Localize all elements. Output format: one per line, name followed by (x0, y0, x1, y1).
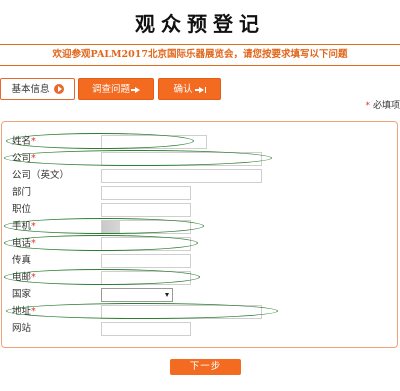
fax-label: 传真 (12, 255, 32, 266)
chevron-down-icon (165, 293, 169, 297)
position-input[interactable] (101, 203, 191, 217)
form-row-company-en: 公司（英文） (2, 169, 400, 183)
mobile-label: 手机* (12, 221, 36, 232)
basic-info-form: 姓名* 公司* 公司（英文） 部门 职位 手机* 电话* 传真 电邮* 国家 地… (1, 121, 398, 348)
form-row-company: 公司* (2, 152, 400, 166)
position-label: 职位 (12, 204, 32, 215)
form-row-fax: 传真 (2, 254, 400, 268)
phone-input[interactable] (101, 237, 191, 251)
company-label: 公司* (12, 153, 36, 164)
company-input[interactable] (101, 152, 262, 166)
mobile-input[interactable] (101, 220, 191, 234)
arrow-end-bar (204, 86, 206, 93)
required-note: * 必填项 (365, 98, 400, 111)
form-row-email: 电邮* (2, 271, 400, 285)
form-row-department: 部门 (2, 186, 400, 200)
website-label: 网站 (12, 323, 32, 334)
required-note-text: 必填项 (372, 101, 400, 111)
banner-top-rule (0, 44, 400, 45)
name-label: 姓名* (12, 136, 36, 147)
play-circle-icon (53, 83, 64, 94)
company-en-input[interactable] (101, 169, 262, 183)
arrow-end-icon (194, 86, 204, 93)
form-row-website: 网站 (2, 322, 400, 336)
company-en-label: 公司（英文） (12, 170, 70, 181)
next-step-button[interactable]: 下一步 (170, 359, 241, 375)
address-input[interactable] (101, 305, 262, 319)
country-label: 国家 (12, 289, 32, 300)
phone-label: 电话* (12, 238, 36, 249)
tab-basic-info-label: 基本信息 (11, 84, 50, 95)
page-title: 观众预登记 (135, 12, 265, 36)
arrow-right-icon (131, 86, 140, 93)
country-select[interactable] (101, 288, 173, 302)
tab-survey-label: 调查问题 (91, 84, 130, 95)
form-row-name: 姓名* (2, 135, 400, 149)
fax-input[interactable] (101, 254, 191, 268)
email-input[interactable] (101, 271, 191, 285)
form-row-phone: 电话* (2, 237, 400, 251)
form-row-position: 职位 (2, 203, 400, 217)
banner-bottom-rule (0, 65, 400, 66)
name-input[interactable] (101, 135, 207, 149)
tab-confirm-label: 确认 (173, 84, 193, 95)
department-label: 部门 (12, 187, 32, 198)
tab-basic-info[interactable]: 基本信息 (0, 78, 75, 100)
email-label: 电邮* (12, 272, 36, 283)
required-star: * (365, 101, 370, 111)
tab-confirm[interactable]: 确认 (158, 78, 221, 100)
tab-survey-questions[interactable]: 调查问题 (78, 78, 154, 100)
form-row-mobile: 手机* (2, 220, 400, 234)
website-input[interactable] (101, 322, 191, 336)
form-row-country: 国家 (2, 288, 400, 302)
welcome-banner: 欢迎参观PALM2017北京国际乐器展览会，请您按要求填写以下问题 (52, 49, 348, 60)
department-input[interactable] (101, 186, 191, 200)
address-label: 地址* (12, 306, 36, 317)
form-row-address: 地址* (2, 305, 400, 319)
